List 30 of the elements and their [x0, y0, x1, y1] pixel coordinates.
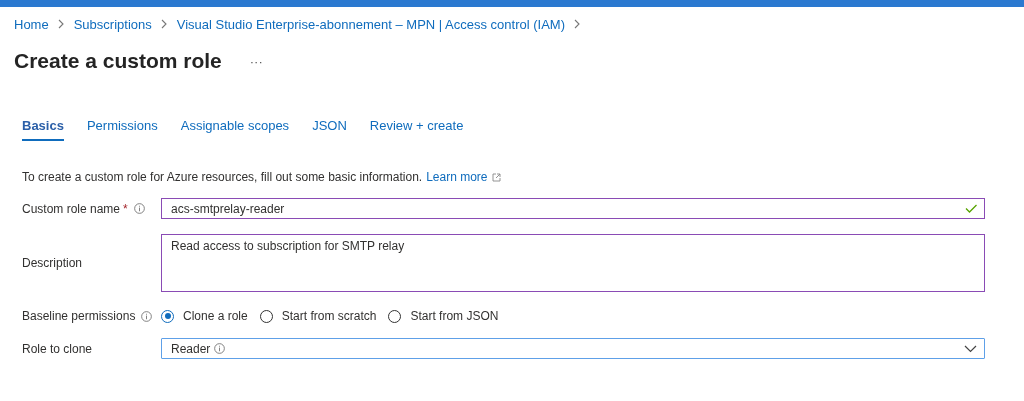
chevron-icon: [160, 19, 168, 29]
chevron-icon: [57, 19, 65, 29]
radio-label[interactable]: Clone a role: [183, 309, 248, 323]
chevron-down-icon: [964, 344, 977, 353]
input-field[interactable]: acs-smtprelay-reader: [161, 198, 985, 219]
info-icon[interactable]: [214, 343, 226, 354]
tab[interactable]: Assignable scopes: [180, 118, 290, 141]
required-mark: *: [123, 201, 128, 216]
field-label: Custom role name: [22, 201, 121, 216]
learn-more-link[interactable]: Learn more: [426, 170, 488, 184]
more-button[interactable]: ···: [249, 53, 263, 69]
field-label: Role to clone: [22, 341, 93, 356]
breadcrumb-link[interactable]: Home: [14, 16, 49, 32]
tab[interactable]: Basics: [22, 118, 64, 141]
intro-text: To create a custom role for Azure resources, fill out some basic information.: [22, 170, 423, 184]
breadcrumb-link[interactable]: Visual Studio Enterprise-abonnement – MPN | Access control (IAM): [176, 16, 565, 32]
tab[interactable]: Permissions: [86, 118, 158, 141]
chevron-icon: [574, 19, 581, 29]
field-label: Description: [22, 256, 83, 270]
field-label: Baseline permissions: [22, 309, 136, 323]
text-area[interactable]: Read access to subscription for SMTP relay: [161, 234, 985, 292]
dropdown[interactable]: Reader: [161, 338, 985, 359]
page-title: Create a custom role: [14, 49, 222, 73]
radio-label[interactable]: Start from scratch: [281, 309, 377, 323]
radio-label[interactable]: Start from JSON: [410, 309, 499, 323]
tab[interactable]: Review + create: [369, 118, 464, 141]
breadcrumb-link[interactable]: Subscriptions: [73, 16, 152, 32]
info-icon[interactable]: [133, 203, 145, 214]
tab[interactable]: JSON: [312, 118, 347, 141]
external-link-icon: [491, 172, 501, 182]
